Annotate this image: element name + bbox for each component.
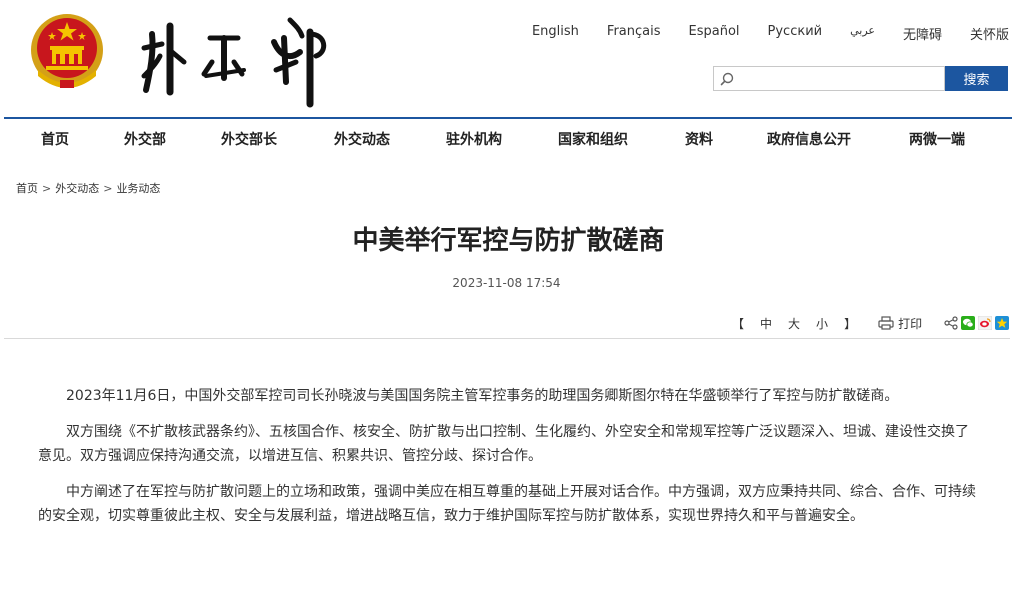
language-bar: English Français Español Русский عربي 无障…: [504, 24, 1009, 43]
breadcrumb-separator: >: [42, 181, 52, 195]
article-date: 2023-11-08 17:54: [452, 276, 561, 290]
search-box: [713, 66, 945, 91]
article-paragraph: 2023年11月6日，中国外交部军控司司长孙晓波与美国国务院主管军控事务的助理国…: [66, 388, 899, 404]
accessibility-link[interactable]: 无障碍: [903, 24, 942, 43]
article-title: 中美举行军控与防扩散磋商: [352, 226, 665, 256]
breadcrumb-separator: >: [103, 181, 113, 195]
article-toolbar: 【 中 大 小 】 打印: [732, 314, 1010, 332]
nav-item-minister[interactable]: 外交部长: [221, 129, 277, 149]
print-label: 打印: [898, 316, 923, 331]
nav-item-home[interactable]: 首页: [41, 129, 69, 149]
share-buttons: [944, 316, 1010, 330]
font-size-controls: 【 中 大 小 】: [732, 315, 856, 332]
font-size-medium-button[interactable]: 中: [760, 315, 772, 332]
national-emblem-icon[interactable]: [30, 10, 104, 90]
lang-french-link[interactable]: Français: [607, 24, 661, 43]
lang-russian-link[interactable]: Русский: [768, 24, 823, 43]
search-input[interactable]: [738, 69, 938, 89]
weibo-icon[interactable]: [978, 316, 993, 330]
main-nav: 首页 外交部 外交部长 外交动态 驻外机构 国家和组织 资料 政府信息公开 两微…: [4, 119, 1012, 159]
nav-item-resources[interactable]: 资料: [685, 129, 713, 149]
font-size-small-button[interactable]: 小: [816, 315, 828, 332]
site-header: English Français Español Русский عربي 无障…: [0, 0, 1017, 118]
nav-item-social-media[interactable]: 两微一端: [909, 129, 965, 149]
lang-arabic-link[interactable]: عربي: [850, 24, 875, 43]
article-body: 2023年11月6日，中国外交部军控司司长孙晓波与美国国务院主管军控事务的助理国…: [38, 384, 978, 540]
article-paragraph: 双方围绕《不扩散核武器条约》、五核国合作、核安全、防扩散与出口控制、生化履约、外…: [38, 424, 969, 464]
article-paragraph: 中方阐述了在军控与防扩散问题上的立场和政策，强调中美应在相互尊重的基础上开展对话…: [38, 484, 976, 524]
nav-item-ministry[interactable]: 外交部: [124, 129, 166, 149]
nav-item-news[interactable]: 外交动态: [334, 129, 390, 149]
breadcrumb-news[interactable]: 外交动态: [55, 180, 99, 196]
elder-care-mode-link[interactable]: 关怀版: [970, 24, 1009, 43]
bracket-close: 】: [844, 316, 857, 331]
print-button[interactable]: 打印: [878, 315, 922, 332]
content-divider: [4, 338, 1010, 339]
breadcrumb-current[interactable]: 业务动态: [116, 180, 160, 196]
lang-spanish-link[interactable]: Español: [689, 24, 740, 43]
qzone-icon[interactable]: [995, 316, 1010, 330]
search-icon: [720, 72, 734, 86]
search-button[interactable]: 搜索: [945, 66, 1008, 91]
nav-item-missions[interactable]: 驻外机构: [446, 129, 502, 149]
printer-icon: [878, 316, 894, 330]
breadcrumb: 首页 > 外交动态 > 业务动态: [16, 180, 160, 196]
lang-english-link[interactable]: English: [532, 24, 579, 43]
bracket-open: 【: [732, 316, 745, 331]
nav-item-countries[interactable]: 国家和组织: [558, 129, 628, 149]
font-size-large-button[interactable]: 大: [788, 315, 800, 332]
nav-item-gov-info[interactable]: 政府信息公开: [767, 129, 851, 149]
breadcrumb-home[interactable]: 首页: [16, 180, 38, 196]
wechat-icon[interactable]: [961, 316, 976, 330]
ministry-calligraphy-logo[interactable]: [140, 12, 335, 108]
share-icon[interactable]: [944, 316, 958, 330]
